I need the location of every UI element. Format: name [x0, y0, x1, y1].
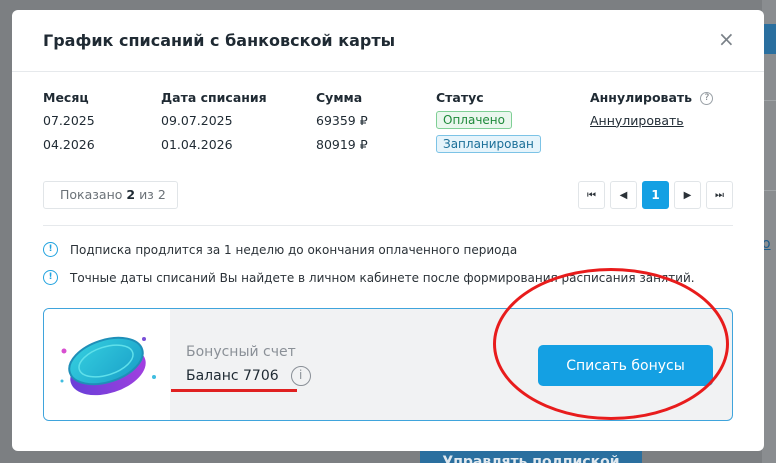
- modal-header: График списаний с банковской карты ×: [12, 10, 764, 72]
- bonus-balance-value: Баланс 7706: [186, 368, 279, 384]
- info-note-text: Подписка продлится за 1 неделю до оконча…: [70, 242, 518, 257]
- table-header-row: Месяц Дата списания Сумма Статус Аннулир…: [43, 88, 733, 106]
- annotation-underline: [171, 389, 297, 392]
- table-row: 07.2025 09.07.2025 69359 ₽ Оплачено Анну…: [43, 108, 733, 132]
- section-divider: [43, 225, 733, 226]
- cell-annul: Аннулировать: [590, 113, 733, 128]
- shown-count-indicator: Показано 2 из 2: [43, 181, 178, 209]
- background-divider: [762, 190, 776, 191]
- background-button-fragment: [762, 24, 776, 54]
- info-note: ! Подписка продлится за 1 неделю до окон…: [43, 242, 517, 257]
- column-header-annul-label: Аннулировать: [590, 89, 693, 105]
- cell-status: Оплачено: [436, 111, 590, 129]
- cell-amount: 69359 ₽: [316, 112, 368, 128]
- status-badge-paid: Оплачено: [436, 111, 512, 129]
- annotation-ellipse: [493, 268, 729, 420]
- next-page-icon[interactable]: ▶: [674, 181, 701, 209]
- column-header-month: Месяц: [43, 89, 89, 105]
- bonus-balance: Баланс 7706 i: [186, 366, 311, 386]
- bonus-account-label: Бонусный счет: [186, 344, 296, 360]
- shown-count: 2: [126, 187, 136, 202]
- shown-prefix: Показано: [60, 187, 123, 202]
- column-header-status: Статус: [436, 89, 484, 105]
- coin-icon: [60, 336, 156, 396]
- info-icon: !: [43, 242, 58, 257]
- first-page-icon[interactable]: ⏮: [578, 181, 605, 209]
- cell-date: 01.04.2026: [161, 136, 233, 152]
- manage-subscription-button: Управлять подпиской: [420, 450, 642, 463]
- table-row: 04.2026 01.04.2026 80919 ₽ Запланирован: [43, 132, 733, 156]
- cell-month: 04.2026: [43, 136, 95, 152]
- annul-link[interactable]: Аннулировать: [590, 113, 684, 128]
- prev-page-icon[interactable]: ◀: [610, 181, 637, 209]
- status-badge-planned: Запланирован: [436, 135, 541, 153]
- column-header-annul: Аннулировать ?: [590, 90, 733, 105]
- close-icon[interactable]: ×: [718, 29, 735, 49]
- cell-date: 09.07.2025: [161, 112, 233, 128]
- page-button-current[interactable]: 1: [642, 181, 669, 209]
- cell-amount: 80919 ₽: [316, 136, 368, 152]
- cell-status: Запланирован: [436, 135, 590, 153]
- background-divider: [762, 100, 776, 101]
- modal-title: График списаний с банковской карты: [43, 31, 396, 50]
- column-header-date: Дата списания: [161, 89, 267, 105]
- shown-total: 2: [157, 187, 166, 202]
- shown-of: из: [139, 187, 154, 202]
- last-page-icon[interactable]: ⏭: [706, 181, 733, 209]
- cell-month: 07.2025: [43, 112, 95, 128]
- charges-table: Месяц Дата списания Сумма Статус Аннулир…: [43, 88, 733, 156]
- coin-illustration: [44, 309, 170, 420]
- info-icon[interactable]: i: [290, 366, 311, 386]
- help-icon[interactable]: ?: [700, 91, 714, 105]
- pagination: ⏮ ◀ 1 ▶ ⏭: [578, 181, 733, 209]
- info-icon: !: [43, 270, 58, 285]
- column-header-amount: Сумма: [316, 89, 363, 105]
- background-right-edge: о: [762, 0, 776, 463]
